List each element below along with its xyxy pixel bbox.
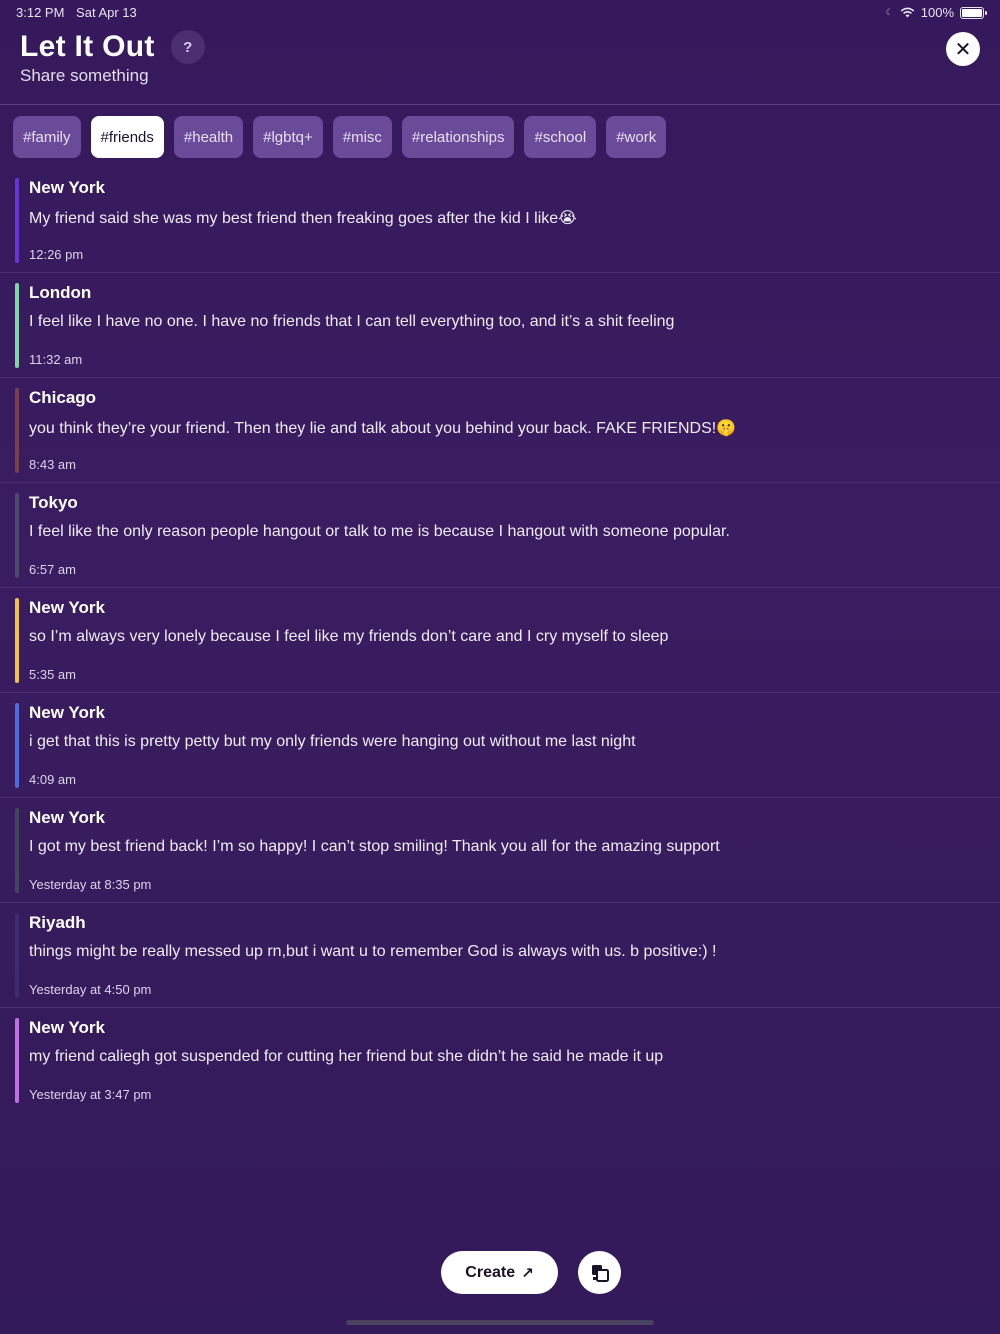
tag-family[interactable]: #family bbox=[13, 116, 81, 158]
post-item[interactable]: New York so I’m always very lonely becaus… bbox=[0, 588, 1000, 693]
post-time: 4:09 am bbox=[29, 772, 76, 787]
post-time: 8:43 am bbox=[29, 457, 76, 472]
close-icon: ✕ bbox=[954, 38, 972, 61]
post-accent-bar bbox=[15, 913, 19, 998]
app-title: Let It Out bbox=[20, 30, 155, 63]
post-text: My friend said she was my best friend th… bbox=[29, 210, 577, 227]
post-accent-bar bbox=[15, 808, 19, 893]
post-item[interactable]: New York I got my best friend back! I’m s… bbox=[0, 798, 1000, 903]
post-text: I feel like I have no one. I have no fri… bbox=[29, 313, 675, 330]
post-time: 6:57 am bbox=[29, 562, 76, 577]
post-time: Yesterday at 3:47 pm bbox=[29, 1087, 152, 1102]
post-location: London bbox=[29, 283, 92, 302]
tag-school[interactable]: #school bbox=[524, 116, 597, 158]
tag-work[interactable]: #work bbox=[606, 116, 667, 158]
tag-filter-bar: #family #friends #health #lgbtq+ #misc #relat… bbox=[13, 116, 667, 158]
create-button[interactable]: Create ↗ bbox=[441, 1251, 558, 1294]
moon-icon: ☾ bbox=[885, 7, 894, 17]
post-time: 11:32 am bbox=[29, 352, 83, 367]
post-accent-bar bbox=[15, 598, 19, 683]
post-item[interactable]: London I feel like I have no one. I have … bbox=[0, 273, 1000, 378]
home-indicator bbox=[346, 1320, 654, 1325]
wifi-icon bbox=[900, 7, 915, 18]
arrow-up-icon: ↗ bbox=[521, 1264, 534, 1282]
post-location: Tokyo bbox=[29, 493, 78, 512]
tag-health[interactable]: #health bbox=[173, 116, 244, 158]
post-text: so I’m always very lonely because I feel… bbox=[29, 628, 669, 645]
post-accent-bar bbox=[15, 178, 19, 263]
post-text: i get that this is pretty petty but my o… bbox=[29, 733, 636, 750]
help-button[interactable]: ? bbox=[170, 30, 205, 64]
battery-icon bbox=[960, 6, 987, 19]
post-item[interactable]: Chicago you think they’re your friend. Th… bbox=[0, 378, 1000, 483]
create-label: Create bbox=[465, 1263, 516, 1281]
post-location: New York bbox=[29, 808, 105, 827]
battery-percent: 100% bbox=[920, 5, 954, 20]
status-bar: 3:12 PM Sat Apr 13 ☾ 100% bbox=[0, 0, 1000, 24]
status-time: 3:12 PM bbox=[16, 5, 65, 20]
post-accent-bar bbox=[15, 1018, 19, 1103]
post-location: New York bbox=[29, 598, 105, 617]
post-accent-bar bbox=[15, 283, 19, 368]
post-location: New York bbox=[29, 178, 105, 197]
app-subtitle: Share something bbox=[20, 66, 149, 85]
post-item[interactable]: New York my friend caliegh got suspended … bbox=[0, 1008, 1000, 1113]
stickers-icon bbox=[591, 1264, 609, 1282]
post-time: Yesterday at 8:35 pm bbox=[29, 877, 152, 892]
post-text: things might be really messed up rn,but … bbox=[29, 943, 717, 960]
post-text: my friend caliegh got suspended for cutt… bbox=[29, 1048, 664, 1065]
post-time: 5:35 am bbox=[29, 667, 76, 682]
post-accent-bar bbox=[15, 703, 19, 788]
post-time: 12:26 pm bbox=[29, 247, 84, 262]
post-feed: New York My friend said she was my best f… bbox=[0, 168, 1000, 1113]
post-text: I feel like the only reason people hango… bbox=[29, 523, 730, 540]
header: Let It Out ? Share something ✕ bbox=[20, 30, 980, 100]
post-item[interactable]: New York i get that this is pretty petty … bbox=[0, 693, 1000, 798]
post-item[interactable]: Tokyo I feel like the only reason people … bbox=[0, 483, 1000, 588]
post-accent-bar bbox=[15, 388, 19, 473]
post-location: New York bbox=[29, 703, 105, 722]
header-divider bbox=[0, 104, 1000, 105]
post-accent-bar bbox=[15, 493, 19, 578]
tag-relationships[interactable]: #relationships bbox=[401, 116, 515, 158]
tag-friends[interactable]: #friends bbox=[90, 116, 164, 158]
post-item[interactable]: New York My friend said she was my best f… bbox=[0, 168, 1000, 273]
status-date: Sat Apr 13 bbox=[76, 5, 137, 20]
post-text: you think they’re your friend. Then they… bbox=[29, 420, 737, 437]
tag-lgbtq-plus[interactable]: #lgbtq+ bbox=[253, 116, 323, 158]
post-text: I got my best friend back! I’m so happy!… bbox=[29, 838, 720, 855]
post-location: New York bbox=[29, 1018, 105, 1037]
close-button[interactable]: ✕ bbox=[946, 32, 980, 66]
tag-misc[interactable]: #misc bbox=[332, 116, 392, 158]
post-item[interactable]: Riyadh things might be really messed up r… bbox=[0, 903, 1000, 1008]
stickers-button[interactable] bbox=[578, 1251, 621, 1294]
bottom-bar: Create ↗ bbox=[0, 1251, 1000, 1295]
post-location: Chicago bbox=[29, 388, 97, 407]
post-time: Yesterday at 4:50 pm bbox=[29, 982, 152, 997]
post-location: Riyadh bbox=[29, 913, 86, 932]
